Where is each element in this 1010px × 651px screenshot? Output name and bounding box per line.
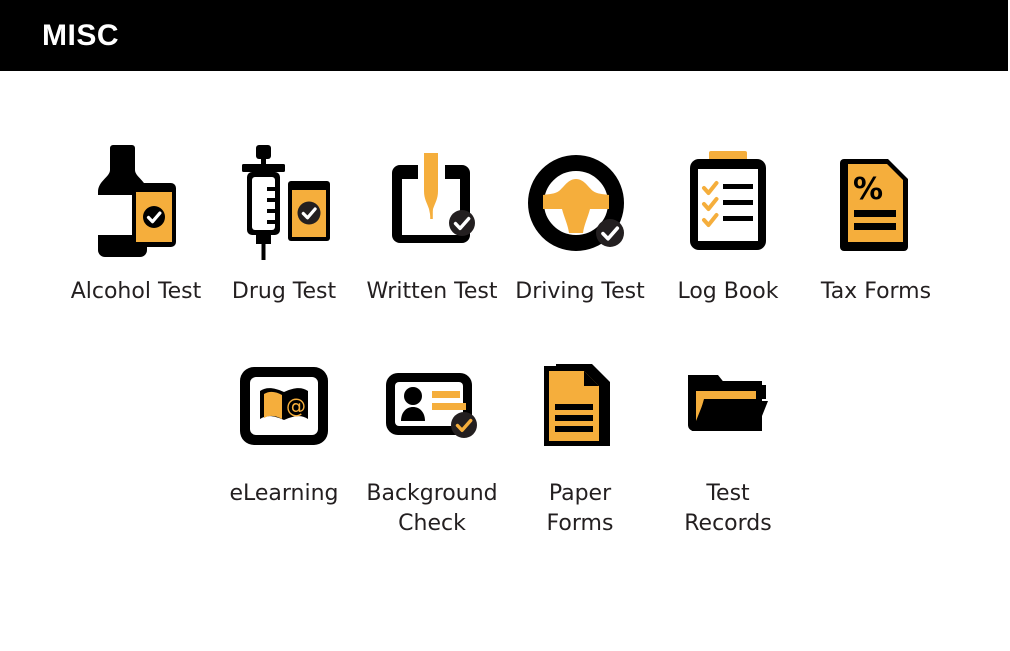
grid-item-label: Alcohol Test <box>70 279 202 304</box>
grid-item-label: Written Test <box>366 279 498 304</box>
grid-item-tax-forms[interactable]: % Tax Forms <box>802 143 950 307</box>
svg-text:%: % <box>853 172 883 207</box>
steering-wheel-test-icon <box>520 143 640 263</box>
grid-item-label: eLearning <box>229 481 339 506</box>
percent-document-icon: % <box>816 143 936 263</box>
grid-item-log-book[interactable]: Log Book <box>654 143 802 307</box>
icon-row-2: @ eLearning Background Check Paper Forms… <box>210 351 802 539</box>
svg-text:@: @ <box>286 394 306 418</box>
page-title: MISC <box>42 19 119 52</box>
grid-item-driving-test[interactable]: Driving Test <box>506 143 654 307</box>
grid-item-label: Log Book <box>677 279 779 304</box>
id-card-check-icon <box>372 351 492 461</box>
grid-item-label: Driving Test <box>515 279 645 304</box>
grid-item-elearning[interactable]: @ eLearning <box>210 351 358 509</box>
pen-paper-test-icon <box>372 143 492 263</box>
icon-grid: Alcohol Test Drug Test Written Test Driv… <box>0 71 1010 651</box>
open-folder-icon <box>668 351 788 461</box>
grid-item-label: Drug Test <box>231 279 337 304</box>
monitor-book-at-icon: @ <box>224 351 344 461</box>
grid-item-label: Background Check <box>366 481 498 536</box>
grid-item-paper-forms[interactable]: Paper Forms <box>506 351 654 539</box>
alcohol-bottle-test-icon <box>76 143 196 263</box>
grid-item-label: Tax Forms <box>820 279 932 304</box>
stacked-documents-icon <box>520 351 640 461</box>
icon-row-1: Alcohol Test Drug Test Written Test Driv… <box>62 143 950 307</box>
clipboard-checklist-icon <box>668 143 788 263</box>
grid-item-drug-test[interactable]: Drug Test <box>210 143 358 307</box>
grid-item-label: Test Records <box>684 481 772 536</box>
grid-item-written-test[interactable]: Written Test <box>358 143 506 307</box>
grid-item-test-records[interactable]: Test Records <box>654 351 802 539</box>
syringe-test-icon <box>224 143 344 263</box>
grid-item-label: Paper Forms <box>546 481 614 536</box>
grid-item-background-check[interactable]: Background Check <box>358 351 506 539</box>
header-bar: MISC <box>0 0 1008 71</box>
grid-item-alcohol-test[interactable]: Alcohol Test <box>62 143 210 307</box>
